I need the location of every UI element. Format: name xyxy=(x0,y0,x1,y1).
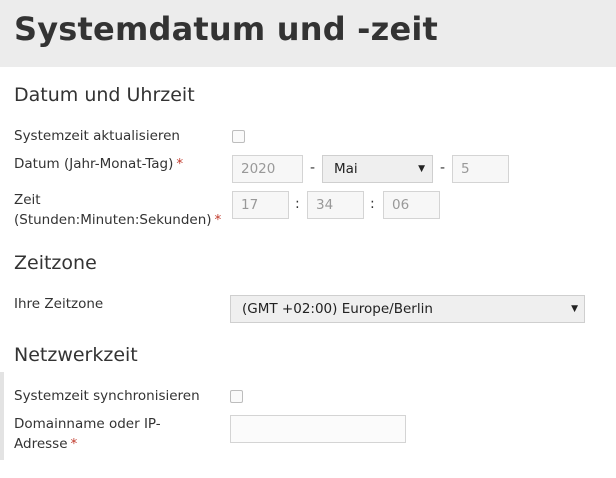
hour-input[interactable]: 17 xyxy=(232,191,289,219)
left-edge-indicator xyxy=(0,372,4,460)
chevron-down-icon: ▼ xyxy=(418,164,425,174)
time-label-line1: Zeit xyxy=(14,192,41,208)
date-separator: - xyxy=(310,160,316,176)
second-input[interactable]: 06 xyxy=(383,191,440,219)
time-label-line2-wrap: (Stunden:Minuten:Sekunden) * xyxy=(14,210,221,230)
page-header: Systemdatum und -zeit xyxy=(0,0,616,67)
date-label: Datum (Jahr-Monat-Tag) * xyxy=(14,154,183,174)
date-label-text: Datum (Jahr-Monat-Tag) xyxy=(14,156,174,172)
timezone-label: Ihre Zeitzone xyxy=(14,296,104,312)
server-label-line1: Domainname oder IP- xyxy=(14,416,161,432)
timezone-value: (GMT +02:00) Europe/Berlin xyxy=(242,301,433,317)
update-time-checkbox[interactable] xyxy=(232,130,245,143)
server-label-line2-wrap: Adresse * xyxy=(14,434,161,454)
date-separator: - xyxy=(440,160,446,176)
section-title-ntp: Netzwerkzeit xyxy=(14,344,138,366)
section-title-datetime: Datum und Uhrzeit xyxy=(14,84,195,106)
time-separator: : xyxy=(295,196,300,212)
required-marker: * xyxy=(70,436,78,452)
month-value: Mai xyxy=(334,161,358,177)
page-title: Systemdatum und -zeit xyxy=(14,10,439,48)
minute-input[interactable]: 34 xyxy=(307,191,364,219)
time-label-line2: (Stunden:Minuten:Sekunden) xyxy=(14,212,212,228)
sync-time-label: Systemzeit synchronisieren xyxy=(14,388,200,404)
day-input[interactable]: 5 xyxy=(452,155,509,183)
ntp-server-input[interactable] xyxy=(230,415,406,443)
server-label: Domainname oder IP- Adresse * xyxy=(14,414,161,454)
update-time-label: Systemzeit aktualisieren xyxy=(14,128,180,144)
sync-time-checkbox[interactable] xyxy=(230,390,243,403)
time-label: Zeit (Stunden:Minuten:Sekunden) * xyxy=(14,190,221,230)
time-separator: : xyxy=(370,196,375,212)
required-marker: * xyxy=(214,212,222,228)
timezone-select[interactable]: (GMT +02:00) Europe/Berlin ▼ xyxy=(230,295,585,323)
chevron-down-icon: ▼ xyxy=(571,304,578,314)
section-title-timezone: Zeitzone xyxy=(14,252,97,274)
server-label-line2: Adresse xyxy=(14,436,68,452)
required-marker: * xyxy=(176,156,184,172)
month-select[interactable]: Mai ▼ xyxy=(322,155,433,183)
year-input[interactable]: 2020 xyxy=(232,155,303,183)
